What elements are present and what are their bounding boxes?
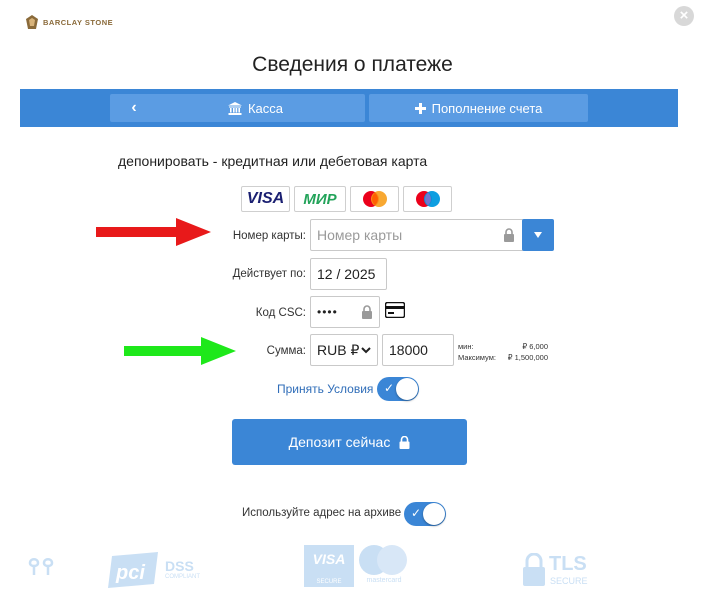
expiry-label: Действует по: bbox=[232, 268, 306, 280]
topup-label: Пополнение счета bbox=[431, 100, 543, 116]
mastercard-badge-text: mastercard bbox=[366, 577, 402, 584]
topup-button[interactable]: Пополнение счета bbox=[369, 94, 588, 122]
archive-address-toggle[interactable]: ✓ bbox=[404, 502, 446, 526]
card-number-placeholder: Номер карты bbox=[317, 227, 403, 243]
pci-dss-badge: pci DSS COMPLIANT bbox=[108, 552, 201, 588]
maestro-logo[interactable] bbox=[403, 186, 452, 212]
tls-text: TLS bbox=[549, 553, 587, 575]
max-label: Максимум: bbox=[458, 353, 496, 362]
visa-secure-text: SECURE bbox=[316, 579, 342, 585]
card-number-label: Номер карты: bbox=[232, 230, 306, 242]
green-arrow bbox=[124, 337, 236, 365]
deposit-label: Депозит сейчас bbox=[288, 434, 391, 450]
kassa-button[interactable]: Касса bbox=[146, 94, 365, 122]
brand-logo: BARCLAY STONE bbox=[26, 15, 113, 29]
tls-lock-icon bbox=[523, 553, 545, 586]
pci-dss-text: DSS bbox=[165, 558, 194, 574]
card-number-input[interactable]: Номер карты bbox=[310, 219, 524, 251]
visa-secure-badge: VISA SECURE bbox=[304, 545, 354, 587]
csc-value: •••• bbox=[317, 305, 338, 319]
brand-logo-icon bbox=[26, 15, 38, 29]
lock-icon bbox=[399, 435, 410, 449]
mastercard-logo[interactable] bbox=[350, 186, 399, 212]
expiry-input[interactable]: 12 / 2025 bbox=[310, 258, 387, 290]
min-label: мин: bbox=[458, 342, 474, 351]
kassa-label: Касса bbox=[247, 100, 284, 116]
amount-input[interactable]: 18000 bbox=[382, 334, 454, 366]
mastercard-icon bbox=[362, 191, 387, 207]
payment-method-subtitle: депонировать - кредитная или дебетовая к… bbox=[118, 153, 428, 169]
csc-label: Код CSC: bbox=[255, 307, 306, 319]
tls-secure-text: SECURE bbox=[550, 576, 588, 586]
deposit-button[interactable]: Депозит сейчас bbox=[232, 419, 467, 465]
svg-text:pci: pci bbox=[115, 562, 145, 584]
mir-logo[interactable]: МИР bbox=[294, 186, 346, 212]
csc-input[interactable]: •••• bbox=[310, 296, 380, 328]
archive-address-label: Используйте адрес на архиве bbox=[242, 507, 402, 519]
mastercard-secure-badge: mastercard bbox=[358, 544, 410, 588]
amount-label: Сумма: bbox=[266, 345, 306, 357]
red-arrow bbox=[96, 218, 211, 246]
toggle-knob bbox=[423, 503, 445, 525]
check-icon: ✓ bbox=[384, 381, 395, 395]
card-brands: VISA МИР bbox=[241, 186, 452, 212]
maestro-icon bbox=[415, 191, 440, 207]
pci-shield-icon: pci bbox=[108, 552, 158, 588]
currency-value: RUB ₽ bbox=[317, 341, 360, 358]
max-value: ₽ 1,500,000 bbox=[507, 353, 548, 362]
plus-icon bbox=[414, 102, 426, 114]
terms-toggle[interactable]: ✓ bbox=[377, 377, 419, 401]
tls-secure-badge: TLS SECURE bbox=[522, 553, 592, 589]
payment-toolbar: ‹ Касса Пополнение счета bbox=[20, 89, 678, 127]
expiry-value: 12 / 2025 bbox=[317, 266, 376, 282]
card-dropdown-button[interactable] bbox=[522, 219, 554, 251]
toggle-knob bbox=[396, 378, 418, 400]
visa-logo[interactable]: VISA bbox=[241, 186, 290, 212]
pci-compliant-text: COMPLIANT bbox=[165, 574, 201, 580]
chevron-left-icon: ‹ bbox=[131, 99, 137, 116]
page-title: Сведения о платеже bbox=[252, 53, 453, 76]
visa-secure-visa-text: VISA bbox=[312, 551, 346, 567]
lock-icon bbox=[362, 305, 372, 319]
close-button[interactable]: × bbox=[674, 6, 694, 26]
check-icon: ✓ bbox=[411, 506, 422, 520]
lock-icon bbox=[504, 228, 514, 242]
credit-card-icon[interactable] bbox=[385, 302, 405, 318]
caret-down-icon bbox=[534, 232, 542, 238]
min-value: ₽ 6,000 bbox=[522, 342, 548, 351]
accept-terms-link[interactable]: Принять Условия bbox=[277, 382, 373, 396]
chevron-down-icon bbox=[361, 347, 371, 354]
amount-value: 18000 bbox=[389, 342, 428, 358]
bank-icon bbox=[227, 101, 242, 115]
brand-name: BARCLAY STONE bbox=[43, 17, 114, 27]
infinity-badge-icon bbox=[28, 558, 54, 575]
mastercard-badge-icon bbox=[359, 545, 407, 575]
currency-select[interactable]: RUB ₽ bbox=[310, 334, 378, 366]
amount-limits: мин: ₽ 6,000 Максимум: ₽ 1,500,000 bbox=[458, 341, 548, 363]
